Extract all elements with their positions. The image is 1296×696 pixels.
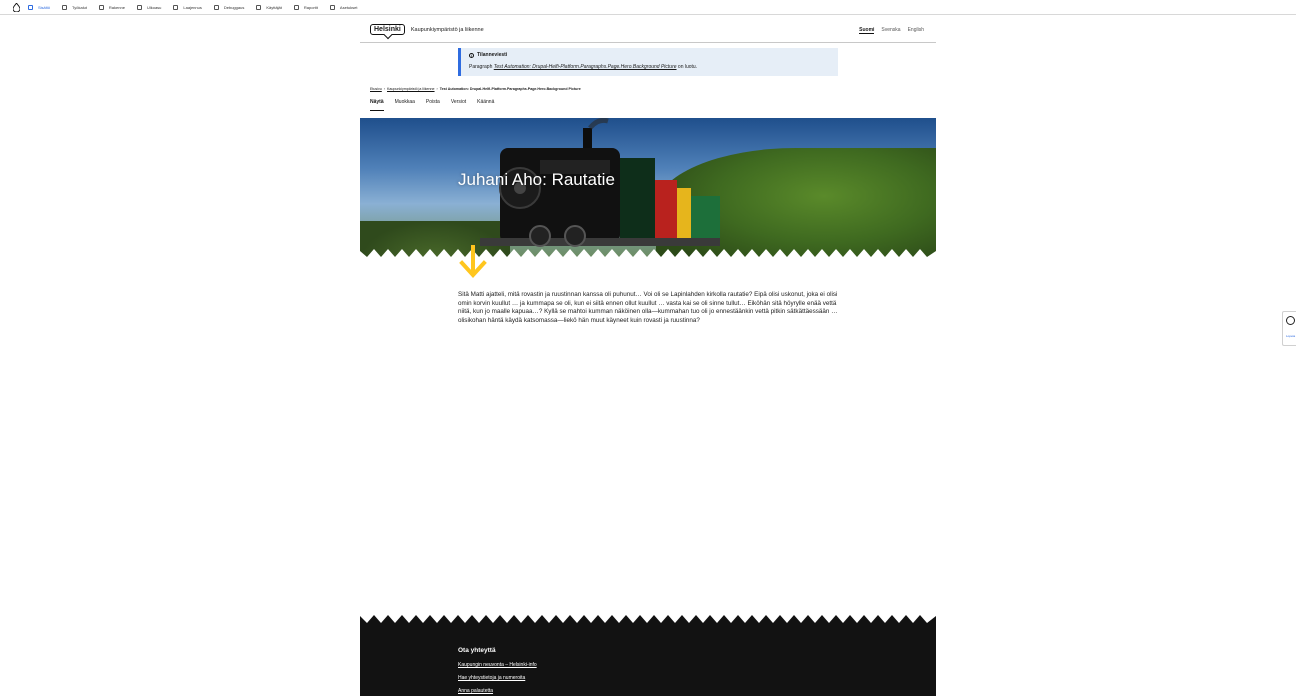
lang-swedish[interactable]: Svenska bbox=[881, 27, 900, 34]
footer-koro-edge bbox=[360, 615, 936, 625]
paragraph-text: Sitä Matti ajatteli, mitä rovastin ja ru… bbox=[458, 291, 838, 324]
footer-link-contacts[interactable]: Hae yhteystietoja ja numeroita bbox=[458, 675, 525, 681]
footer-link-info[interactable]: Kaupungin neuvonta – Helsinki-info bbox=[458, 662, 537, 668]
breadcrumb: Etusivu › Kaupunkiympäristö ja liikenne › … bbox=[370, 87, 581, 91]
users-icon bbox=[256, 4, 262, 10]
hero-banner: Juhani Aho: Rautatie bbox=[360, 118, 936, 261]
tab-translate[interactable]: Käännä bbox=[477, 99, 494, 111]
toolbar-item-label: Työkalut bbox=[72, 4, 87, 10]
tab-view[interactable]: Näytä bbox=[370, 99, 384, 111]
status-prefix: Paragraph bbox=[469, 64, 494, 70]
status-item-link[interactable]: Test Automation: Drupal-Helfi-Platform.P… bbox=[494, 64, 677, 70]
footer-link-feedback[interactable]: Anna palautetta bbox=[458, 688, 493, 694]
lang-english[interactable]: English bbox=[908, 27, 924, 34]
status-title-text: Tilanneviesti bbox=[477, 52, 508, 58]
toolbar-item-label: Laajennus bbox=[183, 4, 202, 10]
toolbar-item-appearance[interactable]: Ulkoasu bbox=[136, 4, 162, 10]
feedback-icon bbox=[1286, 316, 1295, 325]
toolbar-item-tools[interactable]: Työkalut bbox=[62, 4, 87, 10]
footer-background bbox=[360, 624, 936, 696]
toolbar-item-debug[interactable]: Debuggaus bbox=[213, 4, 245, 10]
tab-delete[interactable]: Poista bbox=[426, 99, 440, 111]
drupal-icon[interactable] bbox=[12, 2, 20, 12]
toolbar-item-reports[interactable]: Raportit bbox=[293, 4, 318, 10]
status-body: Paragraph Test Automation: Drupal-Helfi-… bbox=[469, 64, 830, 70]
helsinki-logo[interactable]: Helsinki bbox=[370, 23, 405, 35]
local-tasks: Näytä Muokkaa Poista Versiot Käännä bbox=[370, 99, 494, 111]
debug-icon bbox=[213, 4, 219, 10]
extend-icon bbox=[173, 4, 179, 10]
reports-icon bbox=[293, 4, 299, 10]
toolbar-item-users[interactable]: Käyttäjät bbox=[256, 4, 282, 10]
toolbar-item-label: Debuggaus bbox=[223, 4, 245, 10]
breadcrumb-separator: › bbox=[383, 87, 385, 91]
site-header: Helsinki Kaupunkiympäristö ja liikenne S… bbox=[360, 20, 936, 43]
arrow-down-icon bbox=[459, 245, 487, 278]
content-icon bbox=[28, 4, 33, 10]
settings-icon bbox=[329, 4, 335, 10]
toolbar-item-label: Raportit bbox=[303, 4, 318, 10]
toolbar-item-label: Sisältö bbox=[38, 4, 51, 10]
toolbar-item-settings[interactable]: Asetukset bbox=[329, 4, 358, 10]
toolbar-item-label: Ulkoasu bbox=[146, 4, 162, 10]
structure-icon bbox=[98, 4, 104, 10]
status-suffix: on luotu. bbox=[676, 64, 698, 70]
tab-edit[interactable]: Muokkaa bbox=[395, 99, 415, 111]
tools-icon bbox=[62, 4, 68, 10]
site-footer: Ota yhteyttä Kaupungin neuvonta – Helsin… bbox=[360, 615, 936, 696]
hero-title: Juhani Aho: Rautatie bbox=[458, 170, 615, 189]
admin-toolbar: Sisältö Työkalut Rakenne Ulkoasu Laajenn… bbox=[0, 0, 1296, 15]
breadcrumb-section[interactable]: Kaupunkiympäristö ja liikenne bbox=[387, 87, 435, 91]
breadcrumb-home[interactable]: Etusivu bbox=[370, 87, 382, 91]
feedback-widget[interactable]: Lopeta bbox=[1282, 311, 1296, 346]
tab-revisions[interactable]: Versiot bbox=[451, 99, 466, 111]
status-title: i Tilanneviesti bbox=[469, 52, 830, 58]
breadcrumb-separator: › bbox=[436, 87, 438, 91]
hero-koro-edge bbox=[360, 249, 936, 261]
toolbar-item-label: Asetukset bbox=[339, 4, 358, 10]
toolbar-item-structure[interactable]: Rakenne bbox=[98, 4, 125, 10]
toolbar-item-content[interactable]: Sisältö bbox=[28, 4, 51, 10]
toolbar-item-label: Käyttäjät bbox=[266, 4, 282, 10]
feedback-label: Lopeta bbox=[1286, 334, 1296, 338]
appearance-icon bbox=[136, 4, 142, 10]
info-icon: i bbox=[469, 52, 474, 58]
breadcrumb-current: Test Automation: Drupal-Helfi-Platform.P… bbox=[439, 87, 581, 91]
site-name[interactable]: Kaupunkiympäristö ja liikenne bbox=[411, 27, 484, 33]
toolbar-item-extend[interactable]: Laajennus bbox=[173, 4, 202, 10]
status-message: i Tilanneviesti Paragraph Test Automatio… bbox=[458, 48, 838, 76]
footer-title: Ota yhteyttä bbox=[458, 647, 496, 654]
toolbar-item-label: Rakenne bbox=[108, 4, 125, 10]
lang-finnish[interactable]: Suomi bbox=[859, 27, 875, 34]
language-switcher: Suomi Svenska English bbox=[859, 27, 924, 34]
